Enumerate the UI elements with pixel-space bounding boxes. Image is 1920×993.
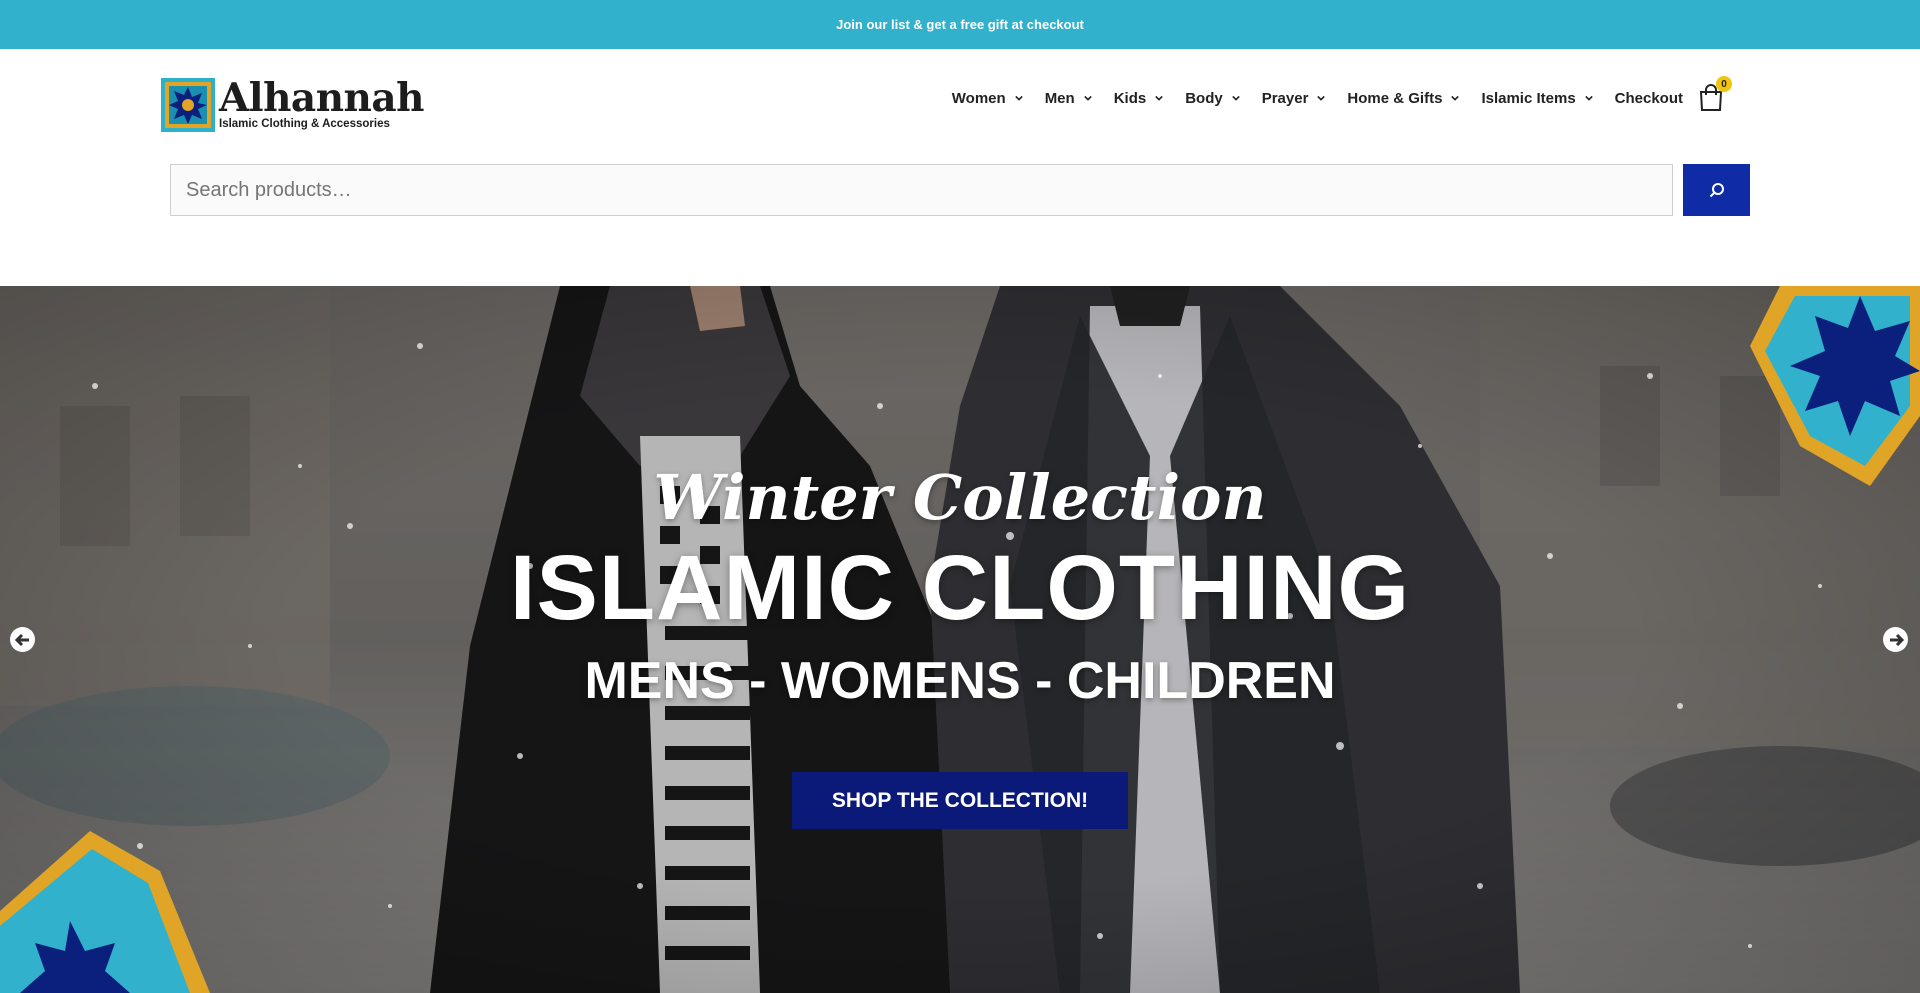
search-button[interactable]: [1683, 164, 1750, 216]
shop-collection-button[interactable]: SHOP THE COLLECTION!: [792, 772, 1128, 829]
cart-button[interactable]: 0: [1698, 76, 1732, 112]
chevron-down-icon: [1155, 95, 1163, 101]
search-form: [170, 164, 1750, 216]
hero-subtitle: MENS - WOMENS - CHILDREN: [584, 652, 1336, 710]
site-header: Alhannah Islamic Clothing & Accessories …: [0, 49, 1920, 286]
hero-banner: Winter Collection ISLAMIC CLOTHING MENS …: [0, 286, 1920, 993]
search-icon: [1709, 183, 1724, 198]
chevron-down-icon: [1083, 95, 1092, 101]
announcement-bar: Join our list & get a free gift at check…: [0, 0, 1920, 49]
cart-count-badge: 0: [1716, 76, 1732, 92]
slider-prev-button[interactable]: [10, 627, 35, 652]
nav-item-label: Kids: [1113, 89, 1147, 107]
hero-main-title: ISLAMIC CLOTHING: [509, 537, 1411, 639]
logo-emblem-icon: [161, 78, 215, 132]
arrow-left-icon: [14, 633, 29, 646]
chevron-down-icon: [1584, 95, 1593, 101]
nav-item-label: Body: [1185, 89, 1223, 107]
chevron-down-icon: [1317, 95, 1326, 101]
chevron-down-icon: [1014, 95, 1023, 101]
nav-item-kids[interactable]: Kids: [1114, 90, 1164, 107]
brand-logo[interactable]: Alhannah Islamic Clothing & Accessories: [161, 75, 425, 132]
nav-item-label: Prayer: [1261, 89, 1309, 107]
arrow-right-icon: [1889, 633, 1904, 646]
main-nav: Women Men Kids Body Prayer Home & Gifts …: [930, 76, 1732, 113]
nav-item-islamic-items[interactable]: Islamic Items: [1481, 89, 1593, 107]
nav-item-body[interactable]: Body: [1185, 90, 1240, 107]
nav-item-label: Checkout: [1614, 89, 1683, 107]
chevron-down-icon: [1231, 95, 1240, 101]
nav-item-label: Women: [951, 89, 1006, 107]
nav-item-label: Men: [1044, 89, 1075, 107]
nav-item-men[interactable]: Men: [1045, 90, 1092, 107]
nav-item-home-gifts[interactable]: Home & Gifts: [1347, 89, 1460, 107]
slider-next-button[interactable]: [1883, 627, 1908, 652]
hero-script-title: Winter Collection: [653, 461, 1267, 534]
brand-name: Alhannah: [219, 75, 425, 121]
search-input[interactable]: [170, 164, 1673, 216]
nav-item-checkout[interactable]: Checkout: [1615, 90, 1683, 107]
chevron-down-icon: [1451, 95, 1460, 101]
nav-item-prayer[interactable]: Prayer: [1262, 90, 1326, 107]
nav-item-women[interactable]: Women: [952, 90, 1023, 107]
announcement-text: Join our list & get a free gift at check…: [836, 17, 1084, 32]
nav-item-label: Home & Gifts: [1347, 89, 1443, 107]
nav-item-label: Islamic Items: [1481, 89, 1576, 107]
